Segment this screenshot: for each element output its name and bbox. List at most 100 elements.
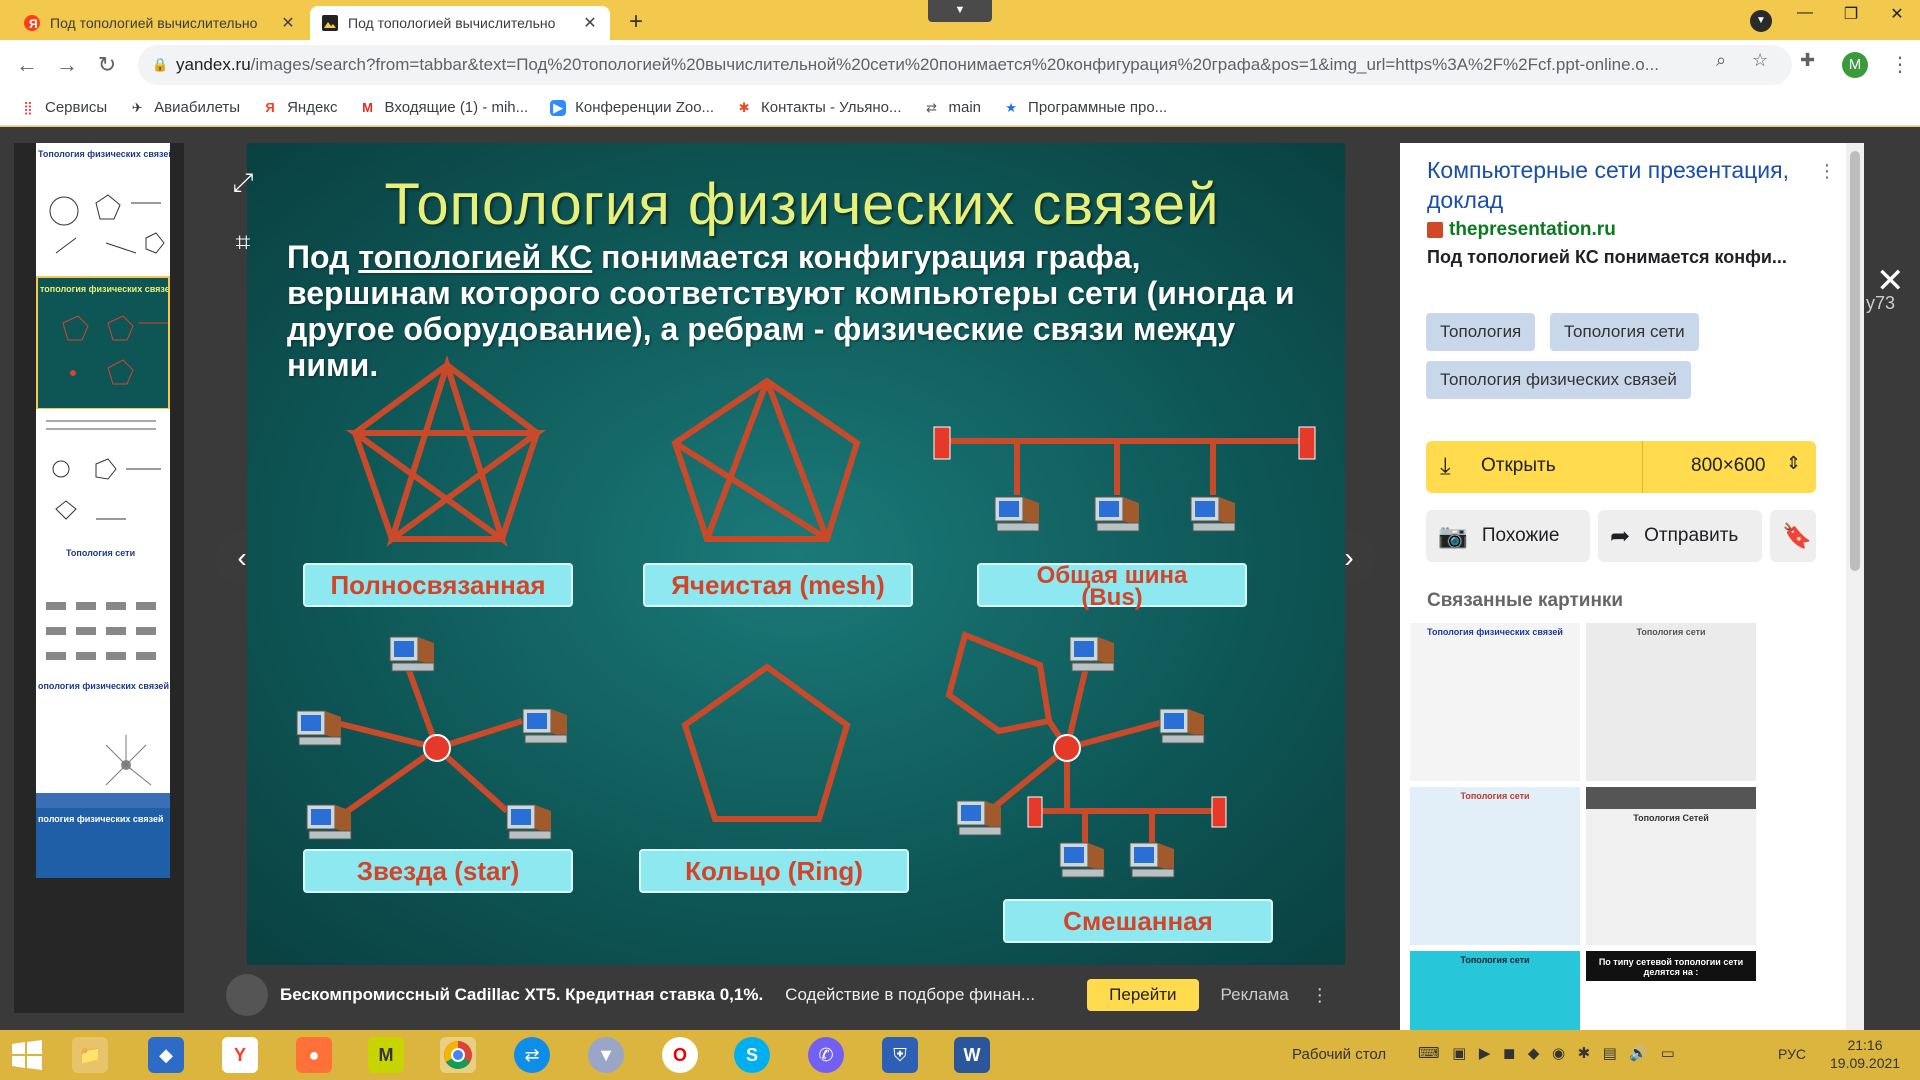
source-site[interactable]: thepresentation.ru <box>1427 219 1616 241</box>
thumbnail-1[interactable]: Топология физических связей <box>36 143 170 277</box>
shield-icon[interactable]: ⛨ <box>882 1037 918 1073</box>
bookmark-inbox[interactable]: M Входящие (1) - mih... <box>360 99 528 116</box>
language-indicator[interactable]: РУС <box>1778 1046 1806 1062</box>
thumbnail-2[interactable]: топология физических связе <box>36 276 170 410</box>
reload-icon[interactable]: ↻ <box>92 50 122 80</box>
game-app-icon[interactable]: M <box>368 1037 404 1073</box>
forward-icon[interactable]: → <box>52 50 82 80</box>
file-explorer-icon[interactable]: 📁 <box>72 1037 108 1073</box>
minimize-icon[interactable]: — <box>1782 4 1828 28</box>
bookmark-star-icon[interactable]: ☆ <box>1752 50 1768 71</box>
tab-title: Под топологией вычислительно <box>348 15 556 31</box>
opera-icon[interactable]: O <box>662 1037 698 1073</box>
side-scrollbar[interactable] <box>1846 143 1864 1030</box>
share-button[interactable]: ➦ Отправить <box>1598 510 1762 562</box>
volume-icon[interactable]: 🔊 <box>1629 1045 1648 1062</box>
thumbnail-3[interactable] <box>36 409 170 543</box>
word-icon[interactable]: W <box>954 1037 990 1073</box>
thumbnail-6[interactable]: пология физических связей <box>36 808 170 878</box>
main-image[interactable]: Топология физических связей Под топологи… <box>247 143 1345 965</box>
address-bar[interactable]: 🔒 yandex.ru/images/search?from=tabbar&te… <box>138 45 1792 85</box>
pdf-app-icon[interactable]: ◆ <box>148 1037 184 1073</box>
bookmark-main[interactable]: ⇄ main <box>924 99 981 116</box>
zoom-icon[interactable]: ⌕ <box>1716 50 1726 71</box>
sort-arrows-icon[interactable]: ⇕ <box>1786 453 1801 474</box>
clock[interactable]: 21:16 19.09.2021 <box>1830 1036 1900 1072</box>
bookmark-services[interactable]: ⣿ Сервисы <box>20 99 107 116</box>
yandex-browser-icon[interactable]: Y <box>222 1037 258 1073</box>
tab-2[interactable]: Под топологией вычислительно ✕ <box>310 6 610 40</box>
triangle-app-icon[interactable]: ▼ <box>588 1037 624 1073</box>
related-image-3[interactable]: Топология сети <box>1410 787 1580 945</box>
chrome-icon[interactable] <box>440 1037 476 1073</box>
tray-app-icon[interactable]: ◆ <box>1528 1045 1540 1062</box>
tray-app-icon[interactable]: ◉ <box>1552 1045 1565 1062</box>
related-image-6[interactable]: По типу сетевой топологии сети делятся н… <box>1586 951 1756 1030</box>
source-snippet: Под топологией КС понимается конфи... <box>1427 247 1787 267</box>
thumbnail-4[interactable]: Топология сети <box>36 542 170 676</box>
close-window-icon[interactable]: ✕ <box>1874 4 1920 28</box>
tray-app-icon[interactable]: ◼ <box>1503 1045 1515 1062</box>
related-image-2[interactable]: Топология сети <box>1586 623 1756 781</box>
ad-title[interactable]: Бескомпромиссный Cadillac XT5. Кредитная… <box>280 985 763 1005</box>
nvidia-icon[interactable]: ▶ <box>1479 1045 1491 1062</box>
network-icon[interactable]: ▤ <box>1603 1045 1617 1062</box>
bookmark-button[interactable]: 🔖 <box>1770 510 1816 562</box>
related-image-4[interactable]: Топология Сетей <box>1586 787 1756 945</box>
thumbnail-5[interactable]: опология физических связей <box>36 675 170 809</box>
avatar[interactable]: M <box>1842 52 1868 78</box>
teamviewer-icon[interactable]: ⇄ <box>514 1037 550 1073</box>
tab-close-icon[interactable]: ✕ <box>280 13 296 33</box>
menu-icon[interactable]: ⋮ <box>1890 52 1910 77</box>
tab-1[interactable]: Я Под топологией вычислительно ✕ <box>12 6 308 40</box>
tray-app-icon[interactable]: ▣ <box>1452 1045 1466 1062</box>
source-title[interactable]: Компьютерные сети презентация, доклад <box>1427 155 1807 215</box>
back-icon[interactable]: ← <box>12 50 42 80</box>
desktop-label[interactable]: Рабочий стол <box>1292 1046 1386 1063</box>
firefox-icon[interactable]: ● <box>296 1037 332 1073</box>
tag-chip[interactable]: Топология физических связей <box>1426 361 1691 399</box>
profile-dropdown-icon[interactable]: ▼ <box>1750 10 1772 32</box>
skype-icon[interactable]: S <box>734 1037 770 1073</box>
tab-title: Под топологией вычислительно <box>50 15 258 31</box>
keyboard-icon[interactable]: ⌨ <box>1418 1045 1440 1062</box>
label-star: Звезда (star) <box>303 849 573 893</box>
tab-search-icon[interactable]: ▼ <box>928 0 992 22</box>
tag-chip[interactable]: Топология сети <box>1550 313 1699 351</box>
open-button[interactable]: ⤓ Открыть 800×600 ⇕ <box>1426 441 1816 493</box>
bookmark-yandex[interactable]: Я Яндекс <box>262 99 337 116</box>
fullscreen-icon[interactable]: ⤢ <box>224 163 262 201</box>
related-image-1[interactable]: Топология физических связей <box>1410 623 1580 781</box>
star-icon: ★ <box>1005 99 1017 115</box>
zoom-icon: ▶ <box>550 99 567 116</box>
tab-close-icon[interactable]: ✕ <box>582 13 598 33</box>
windows-start-icon[interactable] <box>10 1040 44 1070</box>
bookmark-zoom[interactable]: ▶ Конференции Zoo... <box>550 99 714 116</box>
bluetooth-icon[interactable]: ✱ <box>1578 1045 1591 1062</box>
bookmark-programs[interactable]: ★ Программные про... <box>1003 99 1167 116</box>
bookmark-contacts[interactable]: ✱ Контакты - Ульяно... <box>736 99 902 116</box>
size-select[interactable]: 800×600 <box>1691 455 1766 477</box>
yandex-icon: Я <box>24 15 40 31</box>
new-tab-button[interactable]: + <box>622 8 650 36</box>
ad-go-button[interactable]: Перейти <box>1087 979 1199 1011</box>
pc-icon[interactable]: ▭ <box>1661 1045 1675 1062</box>
ad-more-icon[interactable]: ⋮ <box>1311 985 1329 1006</box>
ad-text[interactable]: Содействие в подборе финан... <box>785 985 1049 1005</box>
ad-logo <box>226 974 268 1016</box>
related-image-5[interactable]: Топология сети <box>1410 951 1580 1030</box>
slide-description: Под топологией КС понимается конфигураци… <box>287 239 1295 383</box>
label-ring: Кольцо (Ring) <box>639 849 909 893</box>
tag-chip[interactable]: Топология <box>1426 313 1536 351</box>
bookmark-flights[interactable]: ✈ Авиабилеты <box>129 99 240 116</box>
extensions-icon[interactable]: ✚ <box>1800 50 1815 71</box>
similar-button[interactable]: 📷 Похожие <box>1426 510 1590 562</box>
label-mixed: Смешанная <box>1003 899 1273 943</box>
more-options-icon[interactable]: ⋮ <box>1818 161 1836 182</box>
crop-icon[interactable]: ⌗ <box>224 223 262 261</box>
viber-icon[interactable]: ✆ <box>808 1037 844 1073</box>
gmail-icon: M <box>362 99 373 115</box>
restore-icon[interactable]: ❐ <box>1828 4 1874 28</box>
related-title: Связанные картинки <box>1427 590 1624 611</box>
label-mesh: Ячеистая (mesh) <box>643 563 913 607</box>
